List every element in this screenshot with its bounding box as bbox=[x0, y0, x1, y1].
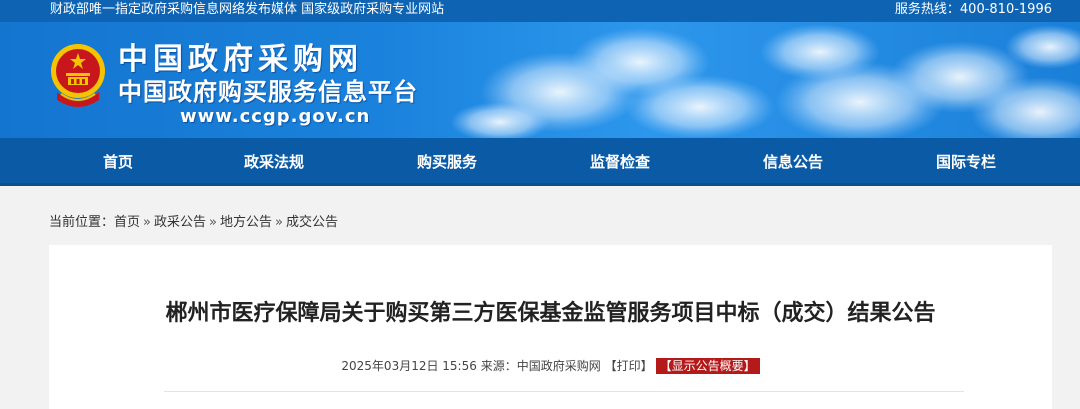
nav-item-service-purchase[interactable]: 购买服务 bbox=[387, 138, 507, 186]
article-meta: 2025年03月12日 15:56 来源：中国政府采购网 【打印】 【显示公告概要… bbox=[49, 358, 1052, 374]
publish-datetime: 2025年03月12日 15:56 bbox=[341, 359, 477, 373]
nav-item-regulations[interactable]: 政采法规 bbox=[214, 138, 334, 186]
breadcrumb-separator: » bbox=[209, 215, 217, 230]
nav-item-announcements[interactable]: 信息公告 bbox=[733, 138, 853, 186]
divider bbox=[164, 391, 964, 392]
site-tagline: 财政部唯一指定政府采购信息网络发布媒体 国家级政府采购专业网站 bbox=[50, 2, 445, 17]
breadcrumb-procurement-notices[interactable]: 政采公告 bbox=[154, 215, 206, 230]
breadcrumb-prefix: 当前位置： bbox=[49, 215, 115, 230]
source-label: 来源： bbox=[480, 359, 517, 373]
nav-item-international[interactable]: 国际专栏 bbox=[906, 138, 1026, 186]
breadcrumb: 当前位置：首页» 政采公告» 地方公告» 成交公告 bbox=[49, 214, 338, 232]
breadcrumb-deal-notices[interactable]: 成交公告 bbox=[286, 215, 338, 230]
show-summary-button[interactable]: 【显示公告概要】 bbox=[655, 358, 760, 374]
breadcrumb-separator: » bbox=[275, 215, 283, 230]
article-card: 郴州市医疗保障局关于购买第三方医保基金监管服务项目中标（成交）结果公告 2025… bbox=[49, 245, 1052, 409]
top-bar: 财政部唯一指定政府采购信息网络发布媒体 国家级政府采购专业网站 服务热线：400… bbox=[0, 0, 1080, 22]
breadcrumb-home[interactable]: 首页 bbox=[114, 215, 140, 230]
print-link[interactable]: 【打印】 bbox=[605, 359, 653, 373]
site-subtitle: 中国政府购买服务信息平台 bbox=[118, 78, 418, 106]
main-nav: 首页 政采法规 购买服务 监督检查 信息公告 国际专栏 bbox=[0, 138, 1080, 186]
article-title: 郴州市医疗保障局关于购买第三方医保基金监管服务项目中标（成交）结果公告 bbox=[165, 301, 936, 326]
source-name: 中国政府采购网 bbox=[516, 359, 601, 373]
breadcrumb-local-notices[interactable]: 地方公告 bbox=[220, 215, 272, 230]
service-hotline: 服务热线：400-810-1996 bbox=[894, 2, 1052, 17]
header-banner: 中国政府采购网 中国政府购买服务信息平台 www.ccgp.gov.cn bbox=[0, 22, 1080, 138]
nav-item-home[interactable]: 首页 bbox=[58, 138, 178, 186]
site-name: 中国政府采购网 bbox=[118, 42, 363, 77]
national-emblem-icon bbox=[51, 44, 105, 107]
site-url: www.ccgp.gov.cn bbox=[180, 106, 371, 127]
nav-item-supervision[interactable]: 监督检查 bbox=[560, 138, 680, 186]
breadcrumb-separator: » bbox=[143, 215, 151, 230]
